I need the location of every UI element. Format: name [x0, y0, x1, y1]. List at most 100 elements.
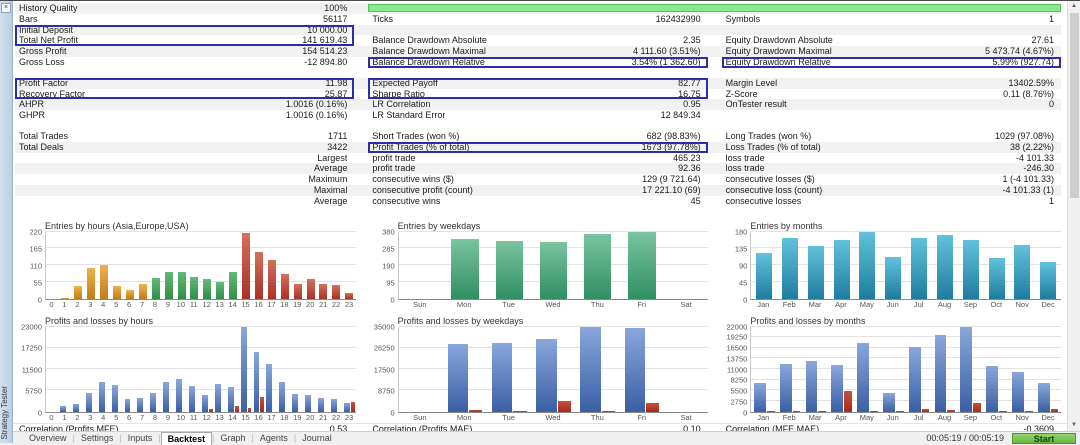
close-icon[interactable]: × — [1, 3, 11, 13]
stat-cell: consecutive profit (count)17 221.10 (69) — [368, 185, 707, 196]
entries-bar — [911, 238, 927, 298]
stat-row: Recovery Factor25.87Sharpe Ratio16.75Z-S… — [15, 89, 1061, 100]
entries-bar — [203, 279, 211, 299]
bar-slot — [443, 327, 487, 412]
profit-bar — [176, 379, 182, 412]
profit-bar — [625, 328, 645, 412]
entries-bar — [61, 298, 69, 299]
bar-slot — [620, 327, 664, 412]
stat-cell: Total Deals3422 — [15, 142, 354, 153]
chart-pl-by-weekdays: Profits and losses by weekdays0875017500… — [368, 316, 709, 423]
x-axis: 01234567891011121314151617181920212223 — [45, 413, 356, 423]
entries-bar — [319, 284, 327, 298]
bar-slot — [240, 232, 253, 299]
loss-bar — [947, 410, 955, 412]
loss-bar — [260, 397, 264, 411]
bar-slot — [278, 327, 291, 412]
profit-bar — [331, 399, 337, 412]
entries-bar — [229, 272, 237, 299]
bar-slot — [162, 232, 175, 299]
stat-cell: Total Trades1711 — [15, 131, 354, 142]
profit-bar — [857, 343, 869, 412]
bar-slot — [906, 232, 932, 299]
bar-slot — [932, 232, 958, 299]
stat-cell: Balance Drawdown Maximal4 111.60 (3.51%) — [368, 46, 707, 57]
stat-cell: Symbols1 — [722, 14, 1061, 25]
x-axis: 01234567891011121314151617181920212223 — [45, 300, 356, 310]
stat-cell: Recovery Factor25.87 — [15, 89, 354, 100]
bar-slot — [136, 232, 149, 299]
entries-bar — [782, 238, 798, 299]
x-axis: SunMonTueWedThuFriSat — [398, 413, 709, 423]
entries-bar — [87, 268, 95, 298]
stat-row: Largestprofit trade465.23loss trade-4 10… — [15, 153, 1061, 164]
profit-bar — [137, 398, 143, 411]
profit-bar — [960, 327, 972, 412]
loss-bar — [469, 410, 482, 412]
bar-slot — [984, 232, 1010, 299]
stat-cell: Margin Level13402.59% — [722, 78, 1061, 89]
stat-cell: Balance Drawdown Absolute2.35 — [368, 35, 707, 46]
bar-slot — [880, 232, 906, 299]
bar-slot — [330, 327, 343, 412]
entries-bar — [756, 253, 772, 298]
stat-cell: loss trade-246.30 — [722, 163, 1061, 174]
bar-slot — [72, 327, 85, 412]
y-axis: 04590135180 — [720, 232, 750, 300]
stat-block: History Quality100%Bars56117Ticks1624329… — [15, 3, 1061, 68]
entries-bar — [584, 234, 611, 299]
profit-bar — [86, 393, 92, 411]
x-axis: JanFebMarAprMayJunJulAugSepOctNovDec — [750, 413, 1061, 423]
scrollbar-thumb[interactable] — [1070, 13, 1079, 198]
bar-slot — [1009, 327, 1035, 412]
stat-cell: consecutive wins ($)129 (9 721.64) — [368, 174, 707, 185]
backtest-report: History Quality100%Bars56117Ticks1624329… — [13, 1, 1067, 431]
stat-cell: Maximum — [15, 174, 354, 185]
scroll-up-icon[interactable]: ▲ — [1068, 1, 1080, 12]
bar-slot — [85, 327, 98, 412]
docked-panel-edge: × Strategy Tester — [0, 1, 13, 443]
scroll-down-icon[interactable]: ▼ — [1068, 420, 1080, 431]
stat-cell: OnTester result0 — [722, 99, 1061, 110]
bar-slot — [149, 327, 162, 412]
bar-slot — [751, 232, 777, 299]
entries-bar — [242, 233, 250, 298]
stat-cell — [722, 25, 1061, 36]
stat-cell: Initial Deposit10 000.00 — [15, 25, 354, 36]
entries-bar — [885, 257, 901, 299]
bar-slot — [214, 327, 227, 412]
entries-bar — [178, 272, 186, 299]
vertical-scrollbar[interactable]: ▲ ▼ — [1067, 1, 1080, 431]
correlation-cell: Correlation (MFE,MAE)-0.3609 — [722, 424, 1061, 431]
bar-slot — [906, 327, 932, 412]
bar-slot — [343, 232, 356, 299]
stat-cell: Expected Payoff82.77 — [368, 78, 707, 89]
stat-cell: Average — [15, 196, 354, 207]
bar-slot — [664, 327, 708, 412]
bar-slot — [240, 327, 253, 412]
entries-bar — [989, 258, 1005, 299]
bar-slot — [98, 327, 111, 412]
entries-bar — [332, 285, 340, 298]
bar-slot — [487, 232, 531, 299]
stat-cell: profit trade92.36 — [368, 163, 707, 174]
bar-slot — [531, 327, 575, 412]
y-axis: 02750550082501100013750165001925022000 — [720, 327, 750, 413]
bar-slot — [175, 232, 188, 299]
entries-bar — [540, 242, 567, 299]
start-button[interactable]: Start — [1012, 433, 1076, 444]
y-axis: 05750115001725023000 — [15, 327, 45, 413]
correlation-row: Correlation (Profits,MFE)0.53Correlation… — [13, 423, 1067, 431]
bar-slot — [188, 232, 201, 299]
profit-bar — [492, 343, 512, 411]
entries-bar — [268, 260, 276, 299]
entries-bar — [628, 232, 655, 298]
stat-row: Initial Deposit10 000.00 — [15, 25, 1061, 36]
entries-bar — [1014, 245, 1030, 299]
stat-cell: consecutive wins45 — [368, 196, 707, 207]
bar-slot — [487, 327, 531, 412]
stat-cell: Total Net Profit141 619.43 — [15, 35, 354, 46]
bar-slot — [932, 327, 958, 412]
entries-bar — [216, 282, 224, 299]
plot-area — [45, 232, 356, 300]
